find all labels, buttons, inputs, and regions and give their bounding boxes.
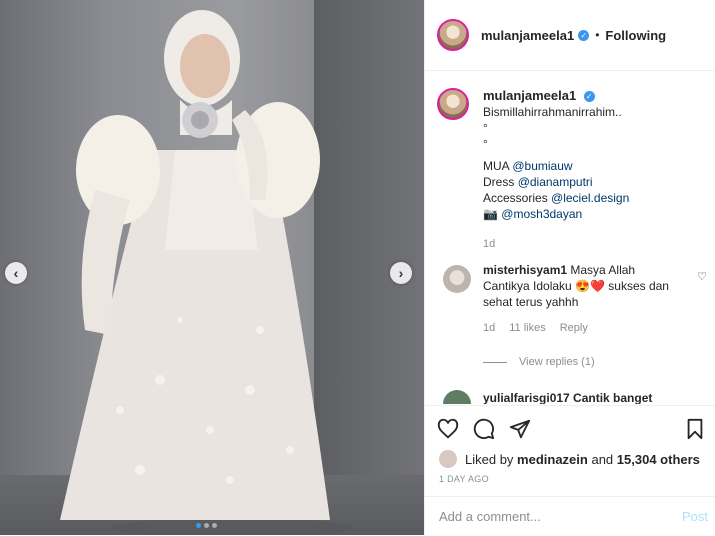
comment-avatar[interactable]: [443, 390, 471, 404]
carousel-next-button[interactable]: ›: [390, 262, 412, 284]
carousel-dots: [196, 523, 217, 528]
credit-label: Dress: [483, 175, 515, 189]
post-comment-button[interactable]: Post: [682, 509, 708, 524]
heart-icon[interactable]: [437, 418, 459, 440]
comment-item: misterhisyam1 Masya Allah Cantikya Idola…: [437, 262, 707, 334]
camera-icon: 📷: [483, 207, 498, 221]
comment-avatar[interactable]: [443, 265, 471, 293]
header-separator: •: [595, 28, 600, 42]
liker-avatar[interactable]: [439, 450, 457, 468]
likes-count[interactable]: 15,304 others: [617, 452, 700, 467]
share-icon[interactable]: [509, 418, 531, 440]
carousel-dot: [212, 523, 217, 528]
caption-line: °: [483, 121, 488, 135]
view-replies-divider: [483, 361, 507, 363]
comment-like-heart-icon[interactable]: ♡: [697, 270, 707, 283]
caption-line: °: [483, 137, 488, 151]
credit-label: Accessories: [483, 191, 548, 205]
post-header: mulanjameela1 ✓ • Following: [425, 0, 715, 71]
comment-likes[interactable]: 11 likes: [509, 322, 545, 334]
bookmark-icon[interactable]: [684, 418, 706, 440]
action-icons: [425, 406, 715, 444]
chevron-left-icon: ‹: [13, 265, 19, 281]
verified-badge-icon: ✓: [578, 29, 590, 41]
comment-reply-button[interactable]: Reply: [560, 322, 588, 334]
credit-handle-link[interactable]: @dianamputri: [518, 175, 593, 189]
credit-label: MUA: [483, 159, 510, 173]
comment-item-partial: yulialfarisgi017 Cantik banget: [437, 390, 707, 404]
caption: mulanjameela1 ✓ Bismillahirrahmanirrahim…: [437, 88, 707, 252]
post-side-panel: mulanjameela1 ✓ • Following mulanjameela…: [424, 0, 715, 535]
carousel-prev-button[interactable]: ‹: [5, 262, 27, 284]
carousel-dot: [204, 523, 209, 528]
chevron-right-icon: ›: [398, 265, 404, 281]
view-replies-button[interactable]: View replies (1): [483, 356, 595, 368]
caption-line: Bismillahirrahmanirrahim..: [483, 105, 622, 119]
likes-summary: Liked by medinazein and 15,304 others: [425, 444, 715, 468]
likes-prefix: Liked by: [465, 451, 514, 467]
comment-icon[interactable]: [473, 418, 495, 440]
verified-badge-icon: ✓: [583, 91, 595, 102]
header-username[interactable]: mulanjameela1: [481, 28, 574, 43]
credit-photo: 📷 @mosh3dayan: [483, 206, 707, 222]
view-replies-label: View replies (1): [519, 356, 595, 368]
post-actions: Liked by medinazein and 15,304 others 1 …: [425, 405, 715, 490]
following-button[interactable]: Following: [605, 28, 666, 43]
caption-text: mulanjameela1 ✓ Bismillahirrahmanirrahim…: [483, 88, 707, 252]
comment-username[interactable]: misterhisyam1: [483, 263, 567, 277]
credit-mua: MUA @bumiauw: [483, 158, 707, 174]
liker-username[interactable]: medinazein: [517, 452, 588, 467]
comment-time[interactable]: 1d: [483, 322, 495, 334]
comment-text: yulialfarisgi017 Cantik banget: [483, 391, 653, 404]
carousel-dot: [196, 523, 201, 528]
add-comment-bar: Add a comment... Post: [425, 496, 715, 536]
post-photo[interactable]: ‹ ›: [0, 0, 424, 535]
add-comment-input[interactable]: Add a comment...: [439, 509, 682, 524]
avatar[interactable]: [437, 19, 469, 51]
credit-handle-link[interactable]: @mosh3dayan: [501, 207, 582, 221]
post-date[interactable]: 1 DAY AGO: [425, 468, 715, 490]
comment-text-block: misterhisyam1 Masya Allah Cantikya Idola…: [483, 262, 683, 310]
credit-handle-link[interactable]: @bumiauw: [512, 159, 572, 173]
credit-accessories: Accessories @leciel.design: [483, 190, 707, 206]
credit-handle-link[interactable]: @leciel.design: [551, 191, 629, 205]
likes-and: and: [591, 451, 614, 467]
caption-username[interactable]: mulanjameela1: [483, 88, 576, 103]
comment-meta: 1d 11 likes Reply: [483, 322, 707, 334]
caption-time[interactable]: 1d: [483, 236, 707, 252]
caption-avatar[interactable]: [437, 88, 469, 120]
credit-dress: Dress @dianamputri: [483, 174, 707, 190]
photo-figure: [60, 10, 352, 535]
